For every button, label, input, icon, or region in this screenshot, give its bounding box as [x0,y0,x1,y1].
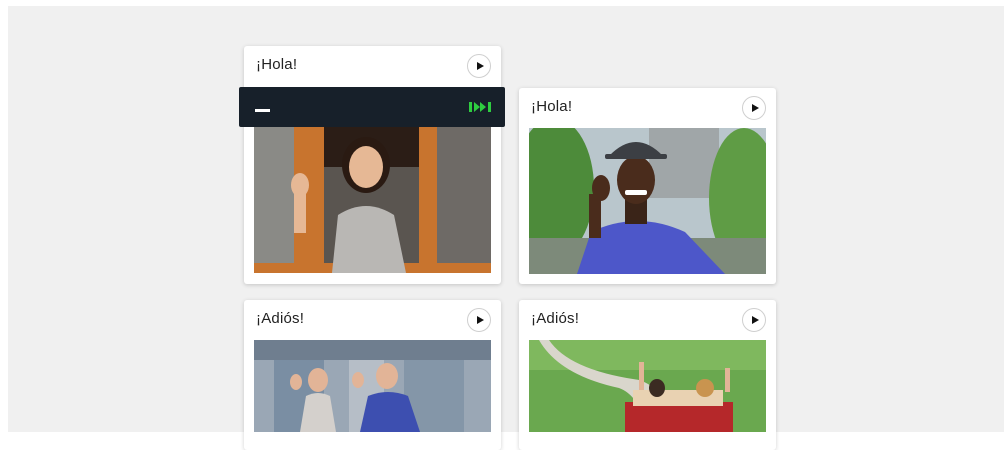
card-adios-1[interactable]: ¡Adiós! [244,300,501,450]
card-hola-2[interactable]: ¡Hola! [519,88,776,284]
card-title: ¡Hola! [256,56,298,73]
play-icon [477,316,484,324]
play-icon [752,104,759,112]
audio-player-bar[interactable] [239,87,505,127]
card-title: ¡Hola! [531,98,573,115]
photo-woman-waving [254,127,491,273]
play-audio-button[interactable] [467,54,491,78]
card-title: ¡Adiós! [531,310,580,327]
lesson-stage [8,6,1004,432]
play-audio-button[interactable] [742,308,766,332]
photo-couple-waving [254,340,491,432]
audio-playing-icon [469,102,491,112]
play-icon [752,316,759,324]
play-audio-button[interactable] [742,96,766,120]
photo-man-in-hat [529,128,766,274]
card-hola-1[interactable]: ¡Hola! [244,46,501,284]
card-adios-2[interactable]: ¡Adiós! [519,300,776,450]
audio-progress-indicator [255,109,270,112]
play-audio-button[interactable] [467,308,491,332]
play-icon [477,62,484,70]
card-title: ¡Adiós! [256,310,305,327]
photo-people-in-car [529,340,766,432]
